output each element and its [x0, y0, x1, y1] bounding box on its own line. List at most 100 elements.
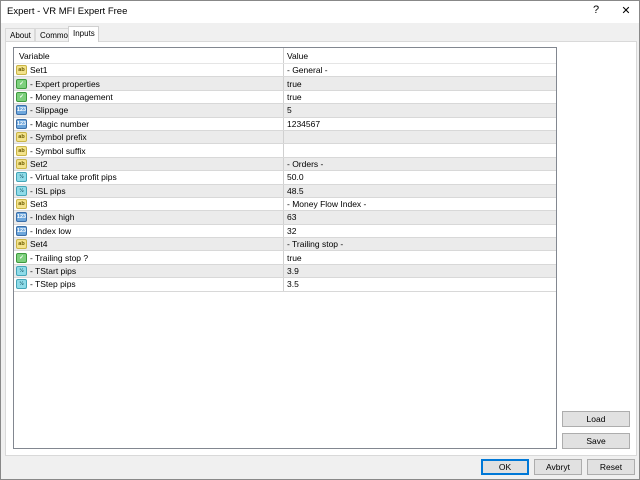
- table-row[interactable]: ✓ - Money management true: [14, 90, 556, 105]
- variable-name: - Index high: [30, 212, 75, 223]
- header-value[interactable]: Value: [284, 48, 556, 63]
- value-cell[interactable]: [284, 131, 556, 143]
- variable-name: - Symbol suffix: [30, 145, 86, 156]
- table-row[interactable]: ab Set1- General -: [14, 64, 556, 78]
- string-type-icon: ab: [16, 132, 27, 143]
- value-cell[interactable]: 1234567: [284, 118, 556, 130]
- tab-inputs[interactable]: Inputs: [68, 26, 99, 42]
- variable-name: - Slippage: [30, 105, 69, 116]
- variable-name: - Magic number: [30, 118, 90, 129]
- close-button[interactable]: ✕: [616, 4, 636, 17]
- string-type-icon: ab: [16, 158, 27, 169]
- string-type-icon: ab: [16, 239, 27, 250]
- table-row[interactable]: ab Set3- Money Flow Index -: [14, 197, 556, 212]
- variable-cell: ab Set4: [14, 238, 284, 251]
- integer-type-icon: 123: [16, 212, 27, 223]
- value-cell[interactable]: 3.5: [284, 278, 556, 290]
- bool-type-icon: ✓: [16, 78, 27, 89]
- variable-cell: ✓ - Trailing stop ?: [14, 251, 284, 264]
- bool-type-icon: ✓: [16, 252, 27, 263]
- variable-name: - Symbol prefix: [30, 132, 87, 143]
- ok-button[interactable]: OK: [481, 459, 529, 475]
- variable-cell: 123- Index low: [14, 224, 284, 238]
- value-cell[interactable]: - Orders -: [284, 158, 556, 170]
- variable-cell: ab - Symbol suffix: [14, 144, 284, 157]
- save-button[interactable]: Save: [562, 433, 630, 449]
- variable-cell: ab Set3: [14, 197, 284, 211]
- table-row[interactable]: ab - Symbol prefix: [14, 130, 556, 145]
- variable-name: - ISL pips: [30, 185, 66, 196]
- variable-name: - TStart pips: [30, 266, 77, 277]
- variable-name: - TStep pips: [30, 279, 76, 290]
- variable-cell: 123- Slippage: [14, 104, 284, 117]
- table-row[interactable]: ab Set2- Orders -: [14, 157, 556, 172]
- value-cell[interactable]: 3.9: [284, 265, 556, 277]
- table-row[interactable]: ab Set4- Trailing stop -: [14, 238, 556, 252]
- double-type-icon: ½: [16, 279, 27, 290]
- variable-name: Set4: [30, 239, 48, 250]
- table-row[interactable]: ½- TStep pips 3.5: [14, 278, 556, 292]
- table-row[interactable]: 123- Index low 32: [14, 224, 556, 239]
- variable-cell: ✓ - Expert properties: [14, 77, 284, 90]
- value-cell[interactable]: - Money Flow Index -: [284, 198, 556, 210]
- table-row[interactable]: ✓ - Trailing stop ? true: [14, 251, 556, 265]
- value-cell[interactable]: 48.5: [284, 185, 556, 197]
- cancel-button[interactable]: Avbryt: [534, 459, 582, 475]
- variable-name: - Virtual take profit pips: [30, 172, 117, 183]
- table-row[interactable]: ab - Symbol suffix: [14, 144, 556, 158]
- variable-name: - Money management: [30, 91, 113, 102]
- bool-type-icon: ✓: [16, 91, 27, 102]
- variable-cell: ab Set1: [14, 64, 284, 77]
- variable-cell: ✓ - Money management: [14, 90, 284, 104]
- help-button[interactable]: ?: [586, 4, 606, 16]
- table-row[interactable]: 123- Index high 63: [14, 211, 556, 225]
- table-row[interactable]: ½- TStart pips 3.9: [14, 264, 556, 279]
- value-cell[interactable]: true: [284, 91, 556, 103]
- value-cell[interactable]: 63: [284, 211, 556, 223]
- tab-about[interactable]: About: [5, 28, 35, 41]
- grid-header: Variable Value: [14, 48, 556, 64]
- variable-name: Set1: [30, 65, 48, 76]
- string-type-icon: ab: [16, 65, 27, 76]
- variable-cell: ½- TStep pips: [14, 278, 284, 291]
- double-type-icon: ½: [16, 266, 27, 277]
- variable-cell: ab - Symbol prefix: [14, 130, 284, 144]
- variable-cell: ab Set2: [14, 157, 284, 171]
- variable-name: Set2: [30, 158, 48, 169]
- tab-common[interactable]: Common: [35, 28, 72, 41]
- title-bar: Expert - VR MFI Expert Free ? ✕: [1, 1, 639, 23]
- value-cell[interactable]: - Trailing stop -: [284, 238, 556, 250]
- variable-cell: 123- Magic number: [14, 117, 284, 130]
- table-row[interactable]: ✓ - Expert properties true: [14, 77, 556, 91]
- string-type-icon: ab: [16, 199, 27, 210]
- window-title: Expert - VR MFI Expert Free: [7, 6, 128, 17]
- table-row[interactable]: 123- Magic number 1234567: [14, 117, 556, 131]
- integer-type-icon: 123: [16, 118, 27, 129]
- table-row[interactable]: ½- Virtual take profit pips 50.0: [14, 171, 556, 185]
- variable-cell: 123- Index high: [14, 211, 284, 224]
- variable-name: - Expert properties: [30, 78, 100, 89]
- value-cell[interactable]: 50.0: [284, 171, 556, 183]
- variable-name: - Trailing stop ?: [30, 252, 89, 263]
- value-cell[interactable]: - General -: [284, 64, 556, 76]
- double-type-icon: ½: [16, 172, 27, 183]
- variable-cell: ½- Virtual take profit pips: [14, 171, 284, 184]
- header-variable[interactable]: Variable: [14, 48, 284, 63]
- reset-button[interactable]: Reset: [587, 459, 635, 475]
- variable-cell: ½- ISL pips: [14, 184, 284, 197]
- integer-type-icon: 123: [16, 105, 27, 116]
- double-type-icon: ½: [16, 185, 27, 196]
- table-row[interactable]: ½- ISL pips 48.5: [14, 184, 556, 198]
- value-cell[interactable]: 32: [284, 225, 556, 237]
- variable-name: Set3: [30, 199, 48, 210]
- value-cell[interactable]: [284, 144, 556, 156]
- load-button[interactable]: Load: [562, 411, 630, 427]
- variable-cell: ½- TStart pips: [14, 264, 284, 278]
- string-type-icon: ab: [16, 145, 27, 156]
- value-cell[interactable]: 5: [284, 104, 556, 116]
- value-cell[interactable]: true: [284, 77, 556, 89]
- value-cell[interactable]: true: [284, 251, 556, 263]
- variable-name: - Index low: [30, 225, 72, 236]
- integer-type-icon: 123: [16, 225, 27, 236]
- table-row[interactable]: 123- Slippage 5: [14, 104, 556, 118]
